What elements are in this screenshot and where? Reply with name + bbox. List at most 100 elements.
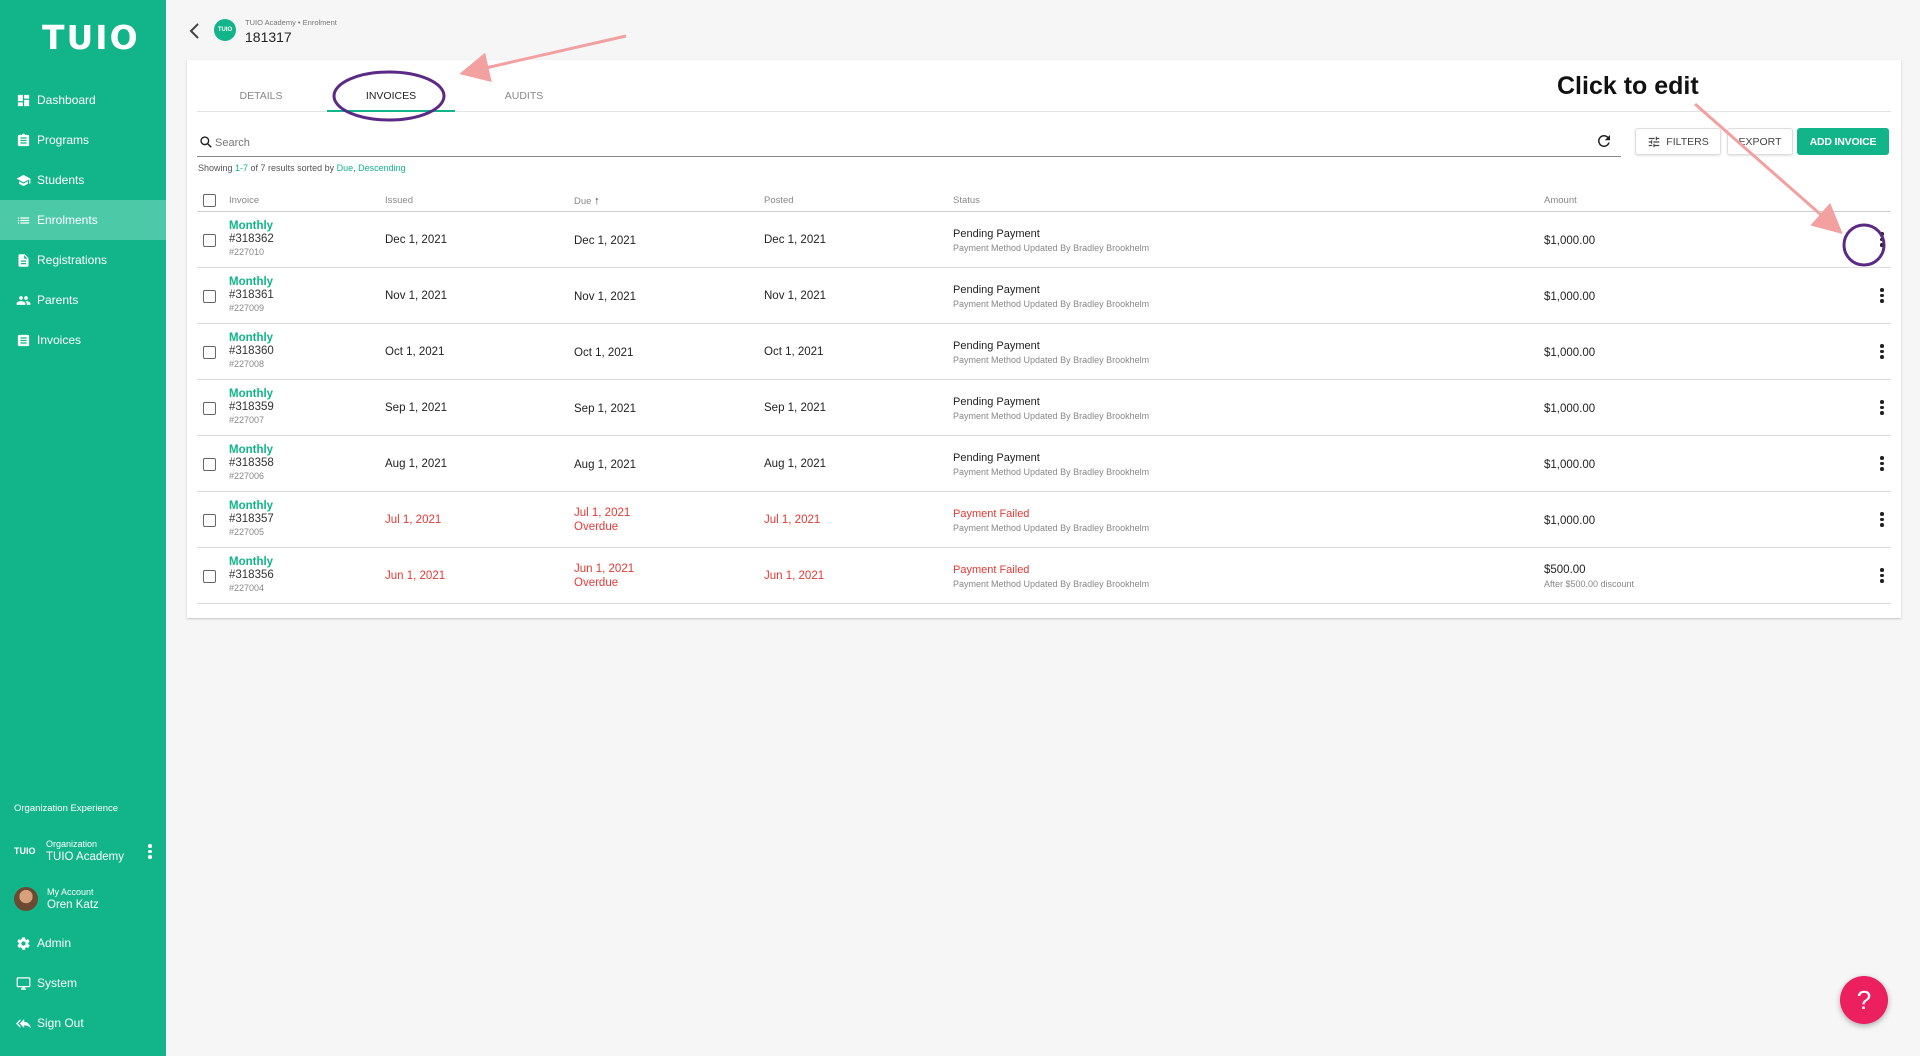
due-cell: Nov 1, 2021 (574, 290, 636, 304)
table-row[interactable]: Monthly #318358 #227006 Aug 1, 2021 Aug 1, 2… (197, 436, 1891, 492)
more-actions-icon[interactable] (1880, 454, 1884, 473)
status-badge: Payment Failed (953, 508, 1030, 520)
invoice-type-link[interactable]: Monthly (229, 500, 274, 513)
row-checkbox[interactable] (203, 346, 216, 359)
status-badge: Pending Payment (953, 340, 1040, 352)
col-invoice[interactable]: Invoice (229, 195, 259, 206)
sidebar-item-sign-out[interactable]: Sign Out (0, 1003, 166, 1043)
due-date: Sep 1, 2021 (574, 403, 637, 415)
row-checkbox[interactable] (203, 234, 216, 247)
due-date: Jun 1, 2021 (574, 563, 635, 575)
invoice-number: #318362 (229, 233, 274, 245)
col-posted[interactable]: Posted (764, 195, 794, 206)
list-icon (16, 213, 31, 228)
invoice-cell: Monthly #318356 #227004 (229, 556, 274, 595)
invoice-icon (16, 333, 31, 348)
more-actions-icon[interactable] (1880, 566, 1884, 585)
sidebar-nav: Dashboard Programs Students Enrolments R… (0, 80, 166, 360)
organization-switcher[interactable]: TUIO Organization TUIO Academy (0, 832, 166, 870)
sidebar-item-enrolments[interactable]: Enrolments (0, 200, 166, 240)
more-actions-icon[interactable] (1880, 510, 1884, 529)
tab-invoices[interactable]: INVOICES (327, 80, 455, 112)
row-checkbox[interactable] (203, 570, 216, 583)
filters-button[interactable]: FILTERS (1635, 128, 1721, 155)
issued-date: Oct 1, 2021 (385, 346, 445, 358)
row-checkbox[interactable] (203, 514, 216, 527)
org-name: TUIO Academy (46, 851, 124, 863)
more-actions-icon[interactable] (1880, 286, 1884, 305)
sidebar-item-label: Invoices (37, 333, 82, 347)
table-row[interactable]: Monthly #318357 #227005 Jul 1, 2021 Jul 1, 2… (197, 492, 1891, 548)
sidebar-item-label: Students (37, 173, 85, 187)
table-body: Monthly #318362 #227010 Dec 1, 2021 Dec 1, 2… (197, 212, 1891, 604)
organization-experience-label: Organization Experience (14, 803, 119, 814)
filter-sliders-icon (1649, 136, 1660, 147)
people-icon (16, 293, 31, 308)
table-row[interactable]: Monthly #318362 #227010 Dec 1, 2021 Dec 1, 2… (197, 212, 1891, 268)
invoice-type-link[interactable]: Monthly (229, 220, 274, 233)
col-issued[interactable]: Issued (385, 195, 413, 206)
more-actions-icon[interactable] (1880, 230, 1884, 249)
sidebar-item-students[interactable]: Students (0, 160, 166, 200)
status-cell: Pending Payment Payment Method Updated By… (953, 283, 1149, 311)
tab-details[interactable]: DETAILS (197, 80, 325, 112)
sidebar-item-invoices[interactable]: Invoices (0, 320, 166, 360)
invoice-type-link[interactable]: Monthly (229, 556, 274, 569)
results-sort-direction[interactable]: Descending (358, 163, 406, 173)
sidebar-item-registrations[interactable]: Registrations (0, 240, 166, 280)
help-button[interactable]: ? (1840, 976, 1888, 1024)
amount-value: $1,000.00 (1544, 291, 1596, 303)
back-button[interactable] (188, 22, 202, 45)
invoice-number: #318358 (229, 457, 274, 469)
col-status[interactable]: Status (953, 195, 980, 206)
table-row[interactable]: Monthly #318359 #227007 Sep 1, 2021 Sep 1, 2… (197, 380, 1891, 436)
select-all-checkbox[interactable] (203, 194, 216, 207)
table-row[interactable]: Monthly #318360 #227008 Oct 1, 2021 Oct 1, 2… (197, 324, 1891, 380)
sidebar-item-admin[interactable]: Admin (0, 923, 166, 963)
results-sort-field[interactable]: Due (337, 163, 354, 173)
due-date: Aug 1, 2021 (574, 459, 637, 471)
more-actions-icon[interactable] (1880, 342, 1884, 361)
search-input[interactable] (215, 134, 1585, 152)
row-checkbox[interactable] (203, 402, 216, 415)
due-cell: Oct 1, 2021 (574, 346, 633, 360)
status-detail: Payment Method Updated By Bradley Brookh… (953, 579, 1150, 589)
sidebar-item-system[interactable]: System (0, 963, 166, 1003)
row-checkbox[interactable] (203, 290, 216, 303)
table-header: Invoice Issued Due ↑ Posted Status Amoun… (197, 188, 1891, 212)
invoice-number: #318357 (229, 513, 274, 525)
refresh-icon[interactable] (1595, 132, 1613, 150)
invoice-cell: Monthly #318358 #227006 (229, 444, 274, 483)
invoice-type-link[interactable]: Monthly (229, 276, 274, 289)
export-button[interactable]: EXPORT (1727, 128, 1793, 155)
posted-date: Nov 1, 2021 (764, 290, 827, 302)
more-actions-icon[interactable] (1880, 398, 1884, 417)
tab-audits[interactable]: AUDITS (460, 80, 588, 112)
sidebar-item-label: Registrations (37, 253, 108, 267)
monitor-icon (16, 976, 31, 991)
sidebar-item-programs[interactable]: Programs (0, 120, 166, 160)
posted-date: Jun 1, 2021 (764, 570, 825, 582)
row-checkbox[interactable] (203, 458, 216, 471)
my-account[interactable]: My Account Oren Katz (0, 880, 166, 918)
add-invoice-button[interactable]: ADD INVOICE (1797, 128, 1889, 155)
col-amount[interactable]: Amount (1544, 195, 1577, 206)
col-due[interactable]: Due ↑ (574, 195, 600, 207)
invoice-type-link[interactable]: Monthly (229, 332, 274, 345)
filters-label: FILTERS (1666, 135, 1709, 148)
amount-value: $1,000.00 (1544, 235, 1596, 247)
due-cell: Jul 1, 2021 Overdue (574, 506, 630, 534)
status-badge: Payment Failed (953, 564, 1030, 576)
status-detail: Payment Method Updated By Bradley Brookh… (953, 411, 1150, 421)
status-detail: Payment Method Updated By Bradley Brookh… (953, 243, 1150, 253)
tuio-logo[interactable]: TUIO (42, 18, 140, 57)
sidebar-item-dashboard[interactable]: Dashboard (0, 80, 166, 120)
table-row[interactable]: Monthly #318356 #227004 Jun 1, 2021 Jun 1, 2… (197, 548, 1891, 604)
sidebar-item-parents[interactable]: Parents (0, 280, 166, 320)
sidebar-item-label: Admin (37, 936, 72, 950)
invoice-type-link[interactable]: Monthly (229, 388, 274, 401)
table-row[interactable]: Monthly #318361 #227009 Nov 1, 2021 Nov 1, 2… (197, 268, 1891, 324)
org-menu-icon[interactable] (148, 842, 152, 861)
status-cell: Pending Payment Payment Method Updated By… (953, 451, 1149, 479)
invoice-type-link[interactable]: Monthly (229, 444, 274, 457)
